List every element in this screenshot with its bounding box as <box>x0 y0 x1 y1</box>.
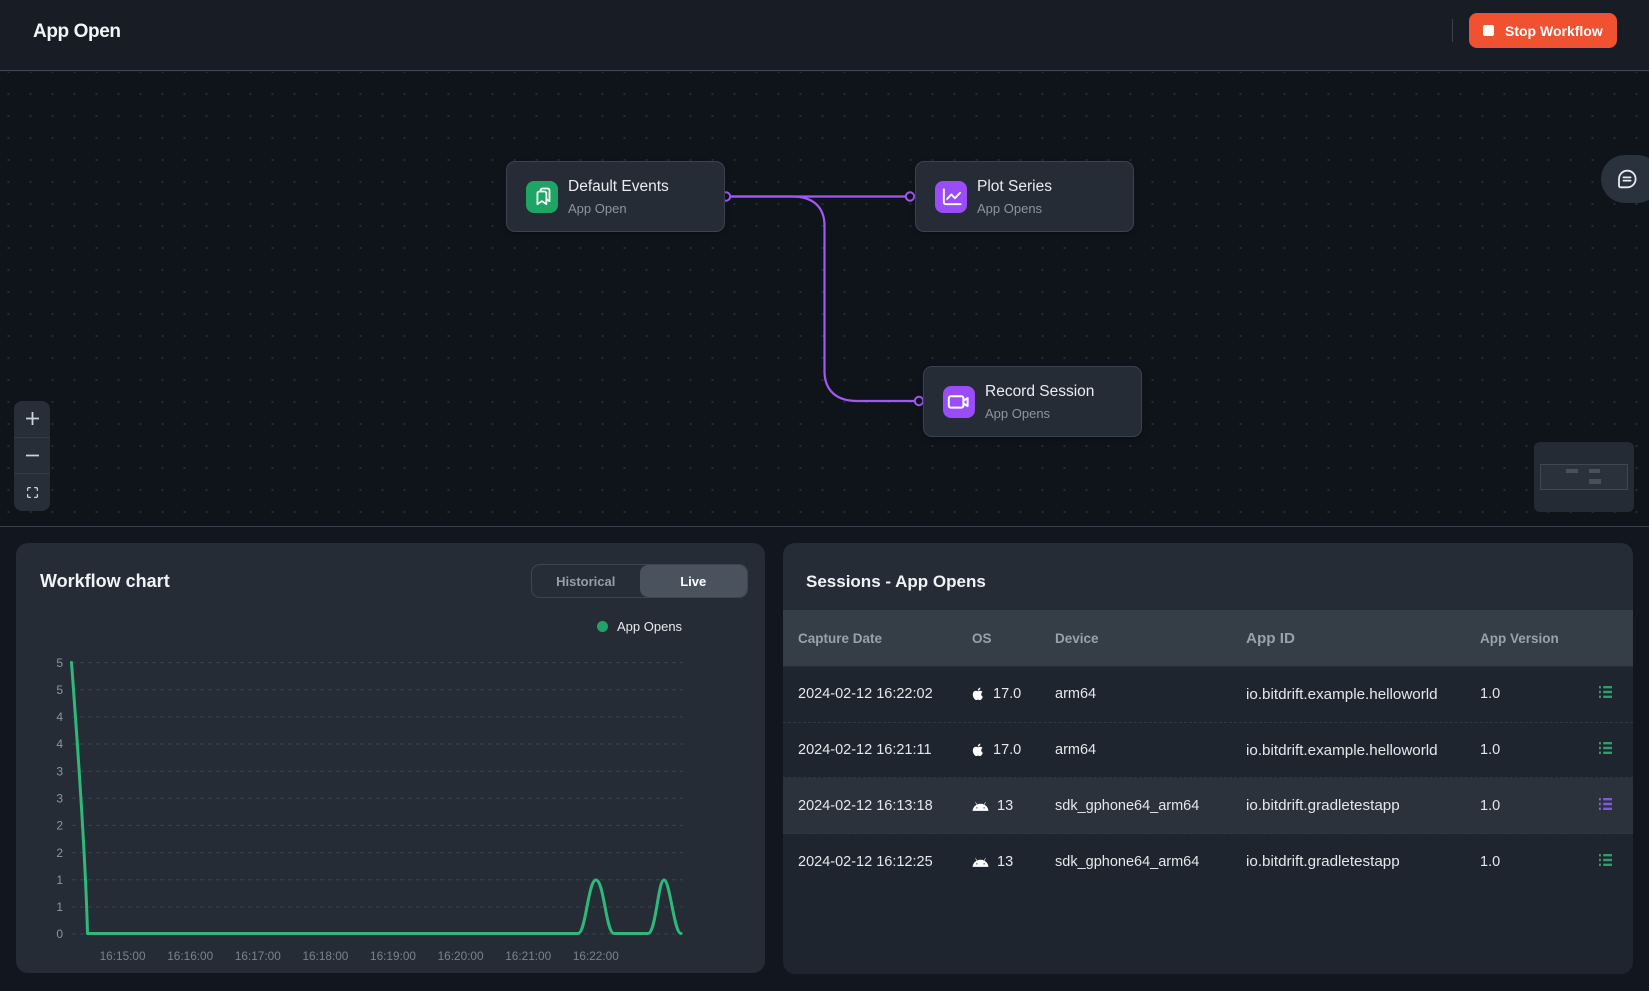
svg-text:2: 2 <box>56 846 63 860</box>
svg-text:4: 4 <box>56 737 63 751</box>
svg-text:16:18:00: 16:18:00 <box>302 949 348 963</box>
svg-text:16:21:00: 16:21:00 <box>505 949 551 963</box>
svg-text:3: 3 <box>56 764 63 778</box>
svg-text:16:16:00: 16:16:00 <box>167 949 213 963</box>
svg-text:16:22:00: 16:22:00 <box>573 949 619 963</box>
svg-text:16:17:00: 16:17:00 <box>235 949 281 963</box>
svg-text:3: 3 <box>56 792 63 806</box>
svg-text:16:15:00: 16:15:00 <box>100 949 146 963</box>
svg-text:5: 5 <box>56 683 63 697</box>
svg-text:4: 4 <box>56 710 63 724</box>
svg-text:1: 1 <box>56 873 63 887</box>
svg-text:16:20:00: 16:20:00 <box>438 949 484 963</box>
svg-text:2: 2 <box>56 819 63 833</box>
svg-text:0: 0 <box>56 927 63 941</box>
svg-text:1: 1 <box>56 900 63 914</box>
svg-text:16:19:00: 16:19:00 <box>370 949 416 963</box>
svg-text:5: 5 <box>56 656 63 670</box>
